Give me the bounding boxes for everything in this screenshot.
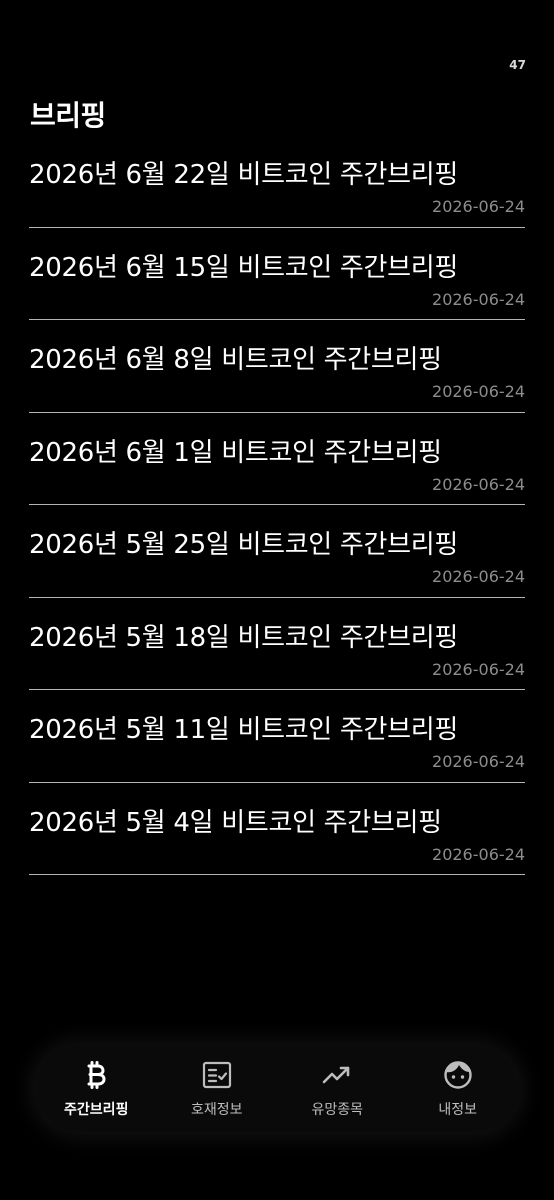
- briefing-title: 2026년 5월 18일 비트코인 주간브리핑: [29, 622, 458, 653]
- briefing-date: 2026-06-24: [432, 752, 525, 771]
- bottom-nav: 주간브리핑 호재정보 유망종목 내정보: [36, 1046, 518, 1132]
- checklist-icon: [201, 1059, 233, 1091]
- nav-item-my-info[interactable]: 내정보: [403, 1059, 513, 1119]
- briefing-date: 2026-06-24: [432, 289, 525, 309]
- nav-label: 유망종목: [311, 1102, 364, 1118]
- list-item[interactable]: 2026년 5월 25일 비트코인 주간브리핑 2026-06-24: [29, 505, 525, 598]
- briefing-title: 2026년 5월 25일 비트코인 주간브리핑: [29, 530, 458, 560]
- briefing-date: 2026-06-24: [432, 474, 525, 494]
- briefing-title: 2026년 5월 4일 비트코인 주간브리핑: [29, 807, 442, 838]
- list-item[interactable]: 2026년 5월 18일 비트코인 주간브리핑 2026-06-24: [29, 598, 525, 690]
- list-item[interactable]: 2026년 6월 22일 비트코인 주간브리핑 2026-06-24: [29, 135, 525, 228]
- nav-label: 주간브리핑: [64, 1102, 129, 1118]
- list-item[interactable]: 2026년 5월 4일 비트코인 주간브리핑 2026-06-24: [29, 783, 525, 875]
- briefing-title: 2026년 5월 11일 비트코인 주간브리핑: [29, 715, 458, 745]
- briefing-date: 2026-06-24: [432, 844, 525, 864]
- nav-label: 호재정보: [190, 1102, 243, 1118]
- briefing-date: 2026-06-24: [432, 567, 525, 586]
- briefing-date: 2026-06-24: [432, 197, 525, 216]
- briefing-date: 2026-06-24: [432, 382, 525, 401]
- trending-up-icon: [321, 1059, 353, 1091]
- briefing-title: 2026년 6월 8일 비트코인 주간브리핑: [29, 345, 442, 375]
- briefing-title: 2026년 6월 15일 비트코인 주간브리핑: [29, 252, 458, 283]
- face-icon: [442, 1059, 474, 1091]
- nav-item-weekly-briefing[interactable]: 주간브리핑: [41, 1059, 151, 1119]
- status-number: 47: [509, 58, 526, 72]
- briefing-title: 2026년 6월 1일 비트코인 주간브리핑: [29, 437, 442, 468]
- nav-item-good-news[interactable]: 호재정보: [162, 1059, 272, 1119]
- list-item[interactable]: 2026년 5월 11일 비트코인 주간브리핑 2026-06-24: [29, 690, 525, 783]
- bitcoin-icon: [80, 1059, 112, 1091]
- briefing-date: 2026-06-24: [432, 659, 525, 679]
- list-item[interactable]: 2026년 6월 8일 비트코인 주간브리핑 2026-06-24: [29, 320, 525, 413]
- nav-item-promising-stocks[interactable]: 유망종목: [282, 1059, 392, 1119]
- briefing-list: 2026년 6월 22일 비트코인 주간브리핑 2026-06-24 2026년…: [29, 135, 525, 875]
- list-item[interactable]: 2026년 6월 1일 비트코인 주간브리핑 2026-06-24: [29, 413, 525, 505]
- list-item[interactable]: 2026년 6월 15일 비트코인 주간브리핑 2026-06-24: [29, 228, 525, 320]
- briefing-title: 2026년 6월 22일 비트코인 주간브리핑: [29, 160, 458, 190]
- nav-label: 내정보: [438, 1102, 478, 1118]
- page-title: 브리핑: [30, 99, 106, 132]
